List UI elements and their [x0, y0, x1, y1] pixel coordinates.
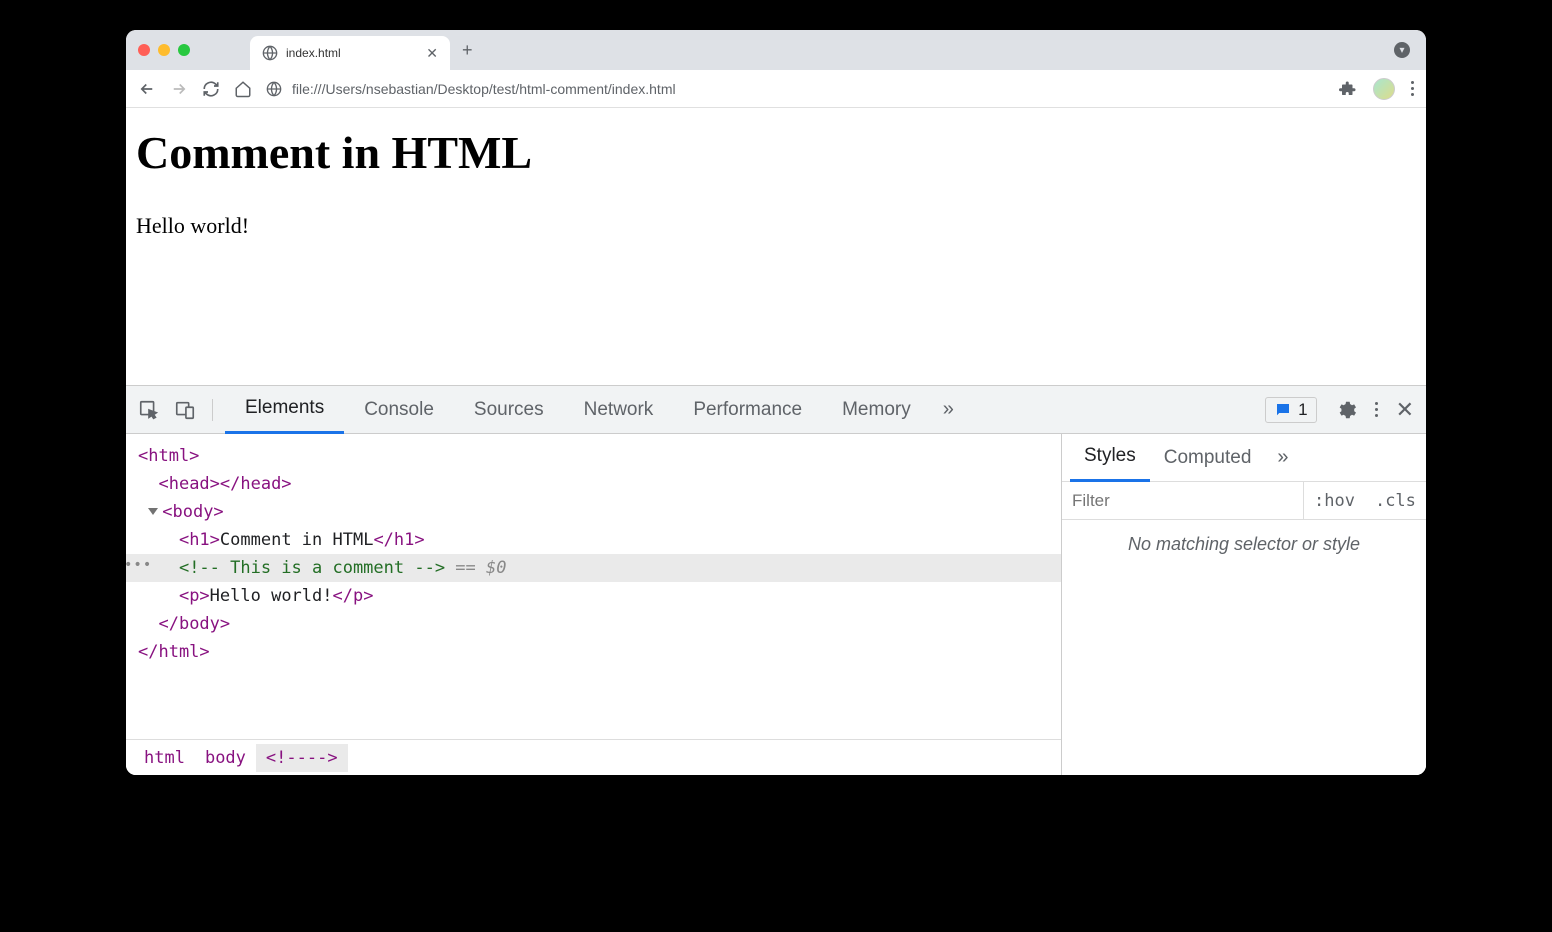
page-content: Comment in HTML Hello world! — [126, 108, 1426, 385]
close-tab-icon[interactable]: ✕ — [426, 45, 438, 62]
window-menu-icon[interactable]: ▾ — [1394, 42, 1410, 58]
site-info-icon[interactable] — [266, 81, 282, 97]
traffic-lights — [138, 44, 190, 56]
address-bar: file:///Users/nsebastian/Desktop/test/ht… — [126, 70, 1426, 108]
tab-performance[interactable]: Performance — [673, 386, 822, 434]
dom-node-body-close[interactable]: </body> — [138, 610, 1049, 638]
message-count: 1 — [1298, 400, 1307, 420]
tab-title: index.html — [286, 46, 341, 60]
styles-tab-bar: Styles Computed » — [1062, 434, 1426, 482]
back-button[interactable] — [138, 80, 156, 98]
home-button[interactable] — [234, 80, 252, 98]
new-tab-button[interactable]: + — [462, 40, 473, 61]
tab-console[interactable]: Console — [344, 386, 454, 434]
forward-button[interactable] — [170, 80, 188, 98]
chevron-down-icon[interactable] — [148, 508, 158, 515]
devtools-panel: Elements Console Sources Network Perform… — [126, 385, 1426, 775]
tab-bar: index.html ✕ + ▾ — [126, 30, 1426, 70]
device-toolbar-icon[interactable] — [174, 399, 196, 421]
profile-avatar[interactable] — [1373, 78, 1395, 100]
dom-node-html[interactable]: <html> — [138, 442, 1049, 470]
dom-node-head[interactable]: <head></head> — [138, 470, 1049, 498]
breadcrumb: html body <!--​--> — [126, 739, 1061, 775]
url-text: file:///Users/nsebastian/Desktop/test/ht… — [292, 81, 676, 97]
dom-node-comment-selected[interactable]: ••• <!-- This is a comment --> == $0 — [126, 554, 1061, 582]
styles-filter-input[interactable] — [1062, 482, 1304, 519]
browser-window: index.html ✕ + ▾ file:///Users/nsebastia… — [126, 30, 1426, 775]
extensions-icon[interactable] — [1339, 80, 1357, 98]
more-tabs-icon[interactable]: » — [931, 398, 966, 421]
devtools-menu-icon[interactable] — [1375, 402, 1378, 417]
close-devtools-icon[interactable]: ✕ — [1396, 397, 1414, 423]
extension-icons — [1339, 78, 1414, 100]
inspect-element-icon[interactable] — [138, 399, 160, 421]
devtools-body: <html> <head></head> <body> <h1>Comment … — [126, 434, 1426, 775]
styles-panel: Styles Computed » :hov .cls + ◀ No match… — [1061, 434, 1426, 775]
tab-network[interactable]: Network — [564, 386, 674, 434]
tab-computed[interactable]: Computed — [1150, 434, 1266, 482]
browser-menu-icon[interactable] — [1411, 81, 1414, 96]
hov-button[interactable]: :hov — [1304, 491, 1365, 511]
styles-toolbar: :hov .cls + ◀ — [1062, 482, 1426, 520]
devtools-tab-bar: Elements Console Sources Network Perform… — [126, 386, 1426, 434]
more-actions-icon[interactable]: ••• — [126, 554, 152, 577]
crumb-comment[interactable]: <!--​--> — [256, 744, 348, 772]
crumb-body[interactable]: body — [195, 744, 256, 772]
dom-node-h1[interactable]: <h1>Comment in HTML</h1> — [138, 526, 1049, 554]
maximize-window-button[interactable] — [178, 44, 190, 56]
tab-elements[interactable]: Elements — [225, 386, 344, 434]
minimize-window-button[interactable] — [158, 44, 170, 56]
page-paragraph: Hello world! — [136, 213, 1416, 239]
tab-memory[interactable]: Memory — [822, 386, 931, 434]
more-styles-tabs-icon[interactable]: » — [1265, 446, 1300, 469]
no-match-message: No matching selector or style — [1062, 520, 1426, 569]
dom-node-body[interactable]: <body> — [138, 498, 1049, 526]
tab-styles[interactable]: Styles — [1070, 434, 1150, 482]
tab-sources[interactable]: Sources — [454, 386, 564, 434]
settings-icon[interactable] — [1335, 399, 1357, 421]
close-window-button[interactable] — [138, 44, 150, 56]
page-heading: Comment in HTML — [136, 126, 1416, 179]
globe-icon — [262, 45, 278, 61]
dom-node-html-close[interactable]: </html> — [138, 638, 1049, 666]
url-bar[interactable]: file:///Users/nsebastian/Desktop/test/ht… — [266, 81, 1325, 97]
reload-button[interactable] — [202, 80, 220, 98]
browser-tab[interactable]: index.html ✕ — [250, 36, 450, 70]
dom-tree[interactable]: <html> <head></head> <body> <h1>Comment … — [126, 434, 1061, 739]
elements-panel: <html> <head></head> <body> <h1>Comment … — [126, 434, 1061, 775]
cls-button[interactable]: .cls — [1365, 491, 1426, 511]
messages-badge[interactable]: 1 — [1265, 397, 1316, 423]
crumb-html[interactable]: html — [134, 744, 195, 772]
dom-node-p[interactable]: <p>Hello world!</p> — [138, 582, 1049, 610]
